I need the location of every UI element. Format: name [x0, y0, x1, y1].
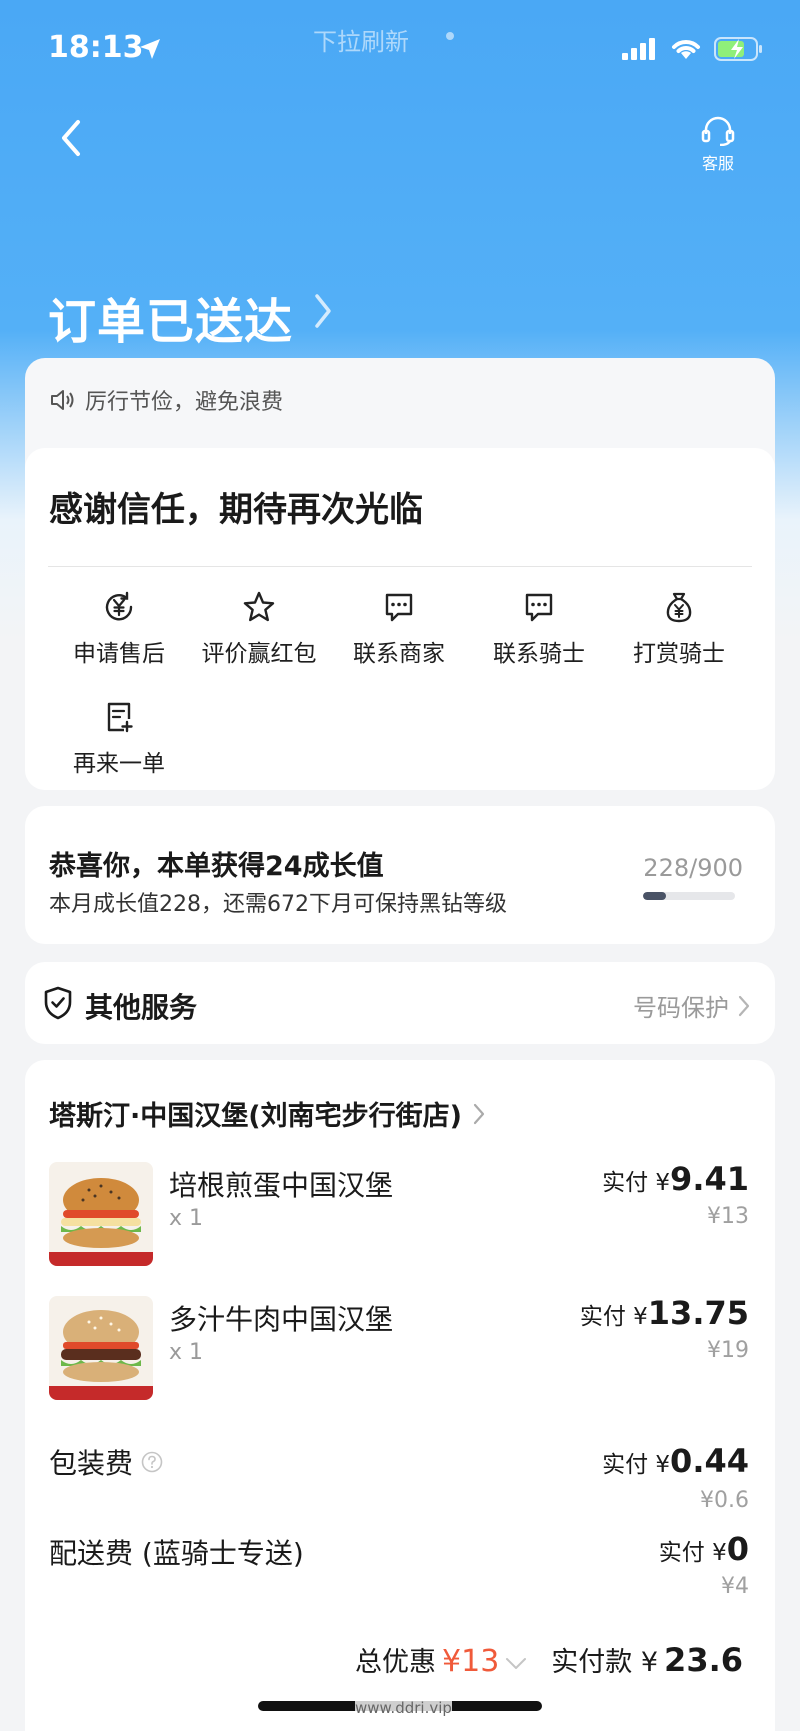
- action-label: 再来一单: [73, 751, 165, 777]
- number-protection-label: 号码保护: [633, 994, 729, 1022]
- total-paid-value: 23.6: [664, 1641, 743, 1679]
- action-label: 评价赢红包: [201, 641, 317, 667]
- yen-refresh-icon: [105, 591, 133, 621]
- notice-text: 厉行节俭，避免浪费: [85, 390, 284, 415]
- food-quantity: x 1: [169, 1206, 204, 1231]
- battery-charging-icon: [714, 37, 762, 61]
- wifi-icon: [672, 40, 700, 59]
- chevron-right-icon: [738, 995, 750, 1016]
- delivery-paid-price: 实付 ¥0: [658, 1530, 749, 1568]
- chevron-right-icon[interactable]: [312, 292, 334, 330]
- shield-check-icon: [44, 986, 72, 1020]
- food-name: 培根煎蛋中国汉堡: [169, 1169, 394, 1202]
- order-details-card: 塔斯汀·中国汉堡(刘南宅步行街店) 培根煎蛋中国汉堡 x 1 实付 ¥9.41 …: [25, 1060, 775, 1731]
- action-label: 联系商家: [353, 641, 445, 667]
- delivery-fee-label: 配送费 (蓝骑士专送): [49, 1537, 304, 1570]
- item-paid-price: 实付 ¥13.75: [579, 1294, 749, 1332]
- chat-icon: [385, 593, 413, 622]
- location-arrow-icon: [140, 39, 160, 59]
- signal-icon: [622, 38, 655, 60]
- action-after-sales[interactable]: 申请售后: [49, 590, 189, 668]
- packaging-original-price: ¥0.6: [700, 1488, 749, 1513]
- delivery-original-price: ¥4: [721, 1574, 749, 1599]
- action-label: 申请售后: [73, 641, 165, 667]
- packaging-fee-label: 包装费: [49, 1447, 134, 1480]
- customer-service-button[interactable]: 客服: [690, 116, 746, 173]
- status-bar: 18:13 下拉刷新: [0, 0, 800, 100]
- item-original-price: ¥13: [707, 1204, 749, 1229]
- services-card[interactable]: 其他服务 号码保护: [25, 962, 775, 1044]
- total-discount-value[interactable]: ¥13: [442, 1644, 499, 1679]
- action-contact-rider[interactable]: 联系骑士: [469, 590, 609, 668]
- growth-progress-text: 228/900: [643, 854, 743, 882]
- growth-progress-fill: [643, 892, 667, 900]
- divider: [48, 566, 752, 567]
- growth-title: 恭喜你，本单获得24成长值: [49, 851, 384, 882]
- growth-subtitle: 本月成长值228，还需672下月可保持黑钻等级: [49, 892, 507, 917]
- chevron-left-icon: [62, 120, 80, 156]
- notice-bar: 厉行节俭，避免浪费: [49, 384, 283, 416]
- item-paid-price: 实付 ¥9.41: [602, 1160, 749, 1198]
- help-icon[interactable]: [141, 1451, 163, 1473]
- burger-image: [49, 1178, 153, 1266]
- food-name: 多汁牛肉中国汉堡: [169, 1303, 394, 1336]
- shop-name: 塔斯汀·中国汉堡(刘南宅步行街店): [49, 1101, 462, 1132]
- chat-icon: [525, 593, 553, 622]
- number-protection-link[interactable]: 号码保护: [633, 988, 751, 1023]
- thanks-message: 感谢信任，期待再次光临: [49, 490, 423, 530]
- food-quantity: x 1: [169, 1340, 204, 1365]
- status-time: 18:13: [48, 30, 144, 65]
- customer-service-label: 客服: [701, 154, 734, 173]
- food-image[interactable]: [49, 1296, 153, 1400]
- pull-dot: [446, 32, 454, 40]
- star-icon: [243, 591, 275, 622]
- status-icons: [622, 36, 764, 62]
- action-reorder[interactable]: 再来一单: [49, 700, 189, 778]
- watermark: www.ddri.vip: [355, 1699, 452, 1717]
- total-discount-label: 总优惠: [355, 1647, 437, 1678]
- growth-progress-bar: [643, 892, 735, 900]
- action-review[interactable]: 评价赢红包: [189, 590, 329, 668]
- packaging-fee: 包装费: [49, 1442, 163, 1482]
- headset-icon: [701, 116, 735, 147]
- pull-to-refresh-hint: 下拉刷新: [313, 28, 409, 56]
- packaging-paid-price: 实付 ¥0.44: [602, 1442, 749, 1480]
- action-label: 打赏骑士: [633, 641, 725, 667]
- order-status-title[interactable]: 订单已送达: [48, 282, 293, 352]
- action-label: 联系骑士: [493, 641, 585, 667]
- order-total: 总优惠 ¥13 实付款 ¥ 23.6: [355, 1640, 743, 1679]
- total-paid-label: 实付款 ¥: [551, 1647, 659, 1678]
- shop-name-link[interactable]: 塔斯汀·中国汉堡(刘南宅步行街店): [49, 1094, 486, 1133]
- burger-image: [49, 1310, 153, 1400]
- growth-card[interactable]: 恭喜你，本单获得24成长值 本月成长值228，还需672下月可保持黑钻等级 22…: [25, 806, 775, 944]
- chevron-right-icon: [473, 1103, 485, 1124]
- action-tip-rider[interactable]: 打赏骑士: [609, 590, 749, 668]
- food-image[interactable]: [49, 1162, 153, 1266]
- money-bag-icon: [666, 592, 692, 623]
- item-original-price: ¥19: [707, 1338, 749, 1363]
- back-button[interactable]: [56, 116, 100, 164]
- reorder-icon: [107, 702, 133, 733]
- chevron-down-icon[interactable]: [505, 1657, 527, 1671]
- services-title: 其他服务: [85, 991, 198, 1024]
- action-contact-merchant[interactable]: 联系商家: [329, 590, 469, 668]
- speaker-icon: [51, 390, 74, 410]
